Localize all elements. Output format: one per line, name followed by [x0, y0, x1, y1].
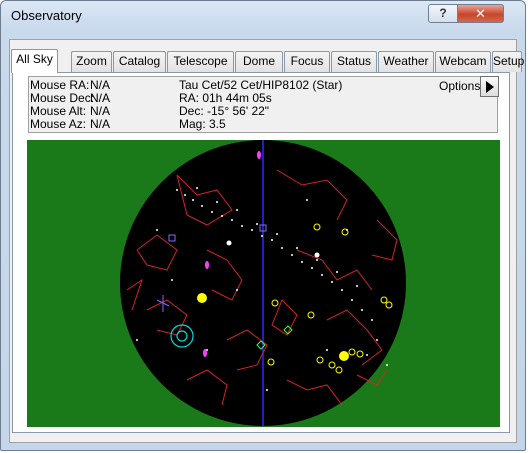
close-button[interactable]: ✕: [457, 4, 504, 23]
play-right-icon: [486, 81, 494, 93]
tab-catalog[interactable]: Catalog: [113, 51, 166, 72]
help-button[interactable]: ?: [428, 4, 458, 23]
tab-telescope[interactable]: Telescope: [167, 51, 234, 72]
title-bar[interactable]: Observatory ? ✕: [1, 1, 525, 29]
mouse-az-label: Mouse Az:: [30, 117, 87, 131]
all-sky-view[interactable]: [27, 140, 500, 427]
object-mag: Mag: 3.5: [179, 117, 226, 131]
planet-marker-2[interactable]: [339, 351, 349, 361]
mouse-az-value: N/A: [90, 117, 111, 131]
tab-zoom[interactable]: Zoom: [71, 51, 112, 72]
options-label: Options: [439, 79, 481, 93]
planet-marker[interactable]: [197, 293, 207, 303]
window-title: Observatory: [11, 8, 82, 23]
tab-dome[interactable]: Dome: [235, 51, 283, 72]
tab-all-sky[interactable]: All Sky: [11, 49, 58, 73]
tab-webcam[interactable]: Webcam: [435, 51, 491, 72]
tab-weather[interactable]: Weather: [378, 51, 434, 72]
sky-map[interactable]: [27, 140, 500, 427]
tab-setup[interactable]: Setup: [492, 51, 524, 72]
tab-status[interactable]: Status: [331, 51, 377, 72]
tab-focus[interactable]: Focus: [284, 51, 330, 72]
options-button[interactable]: [480, 76, 499, 97]
